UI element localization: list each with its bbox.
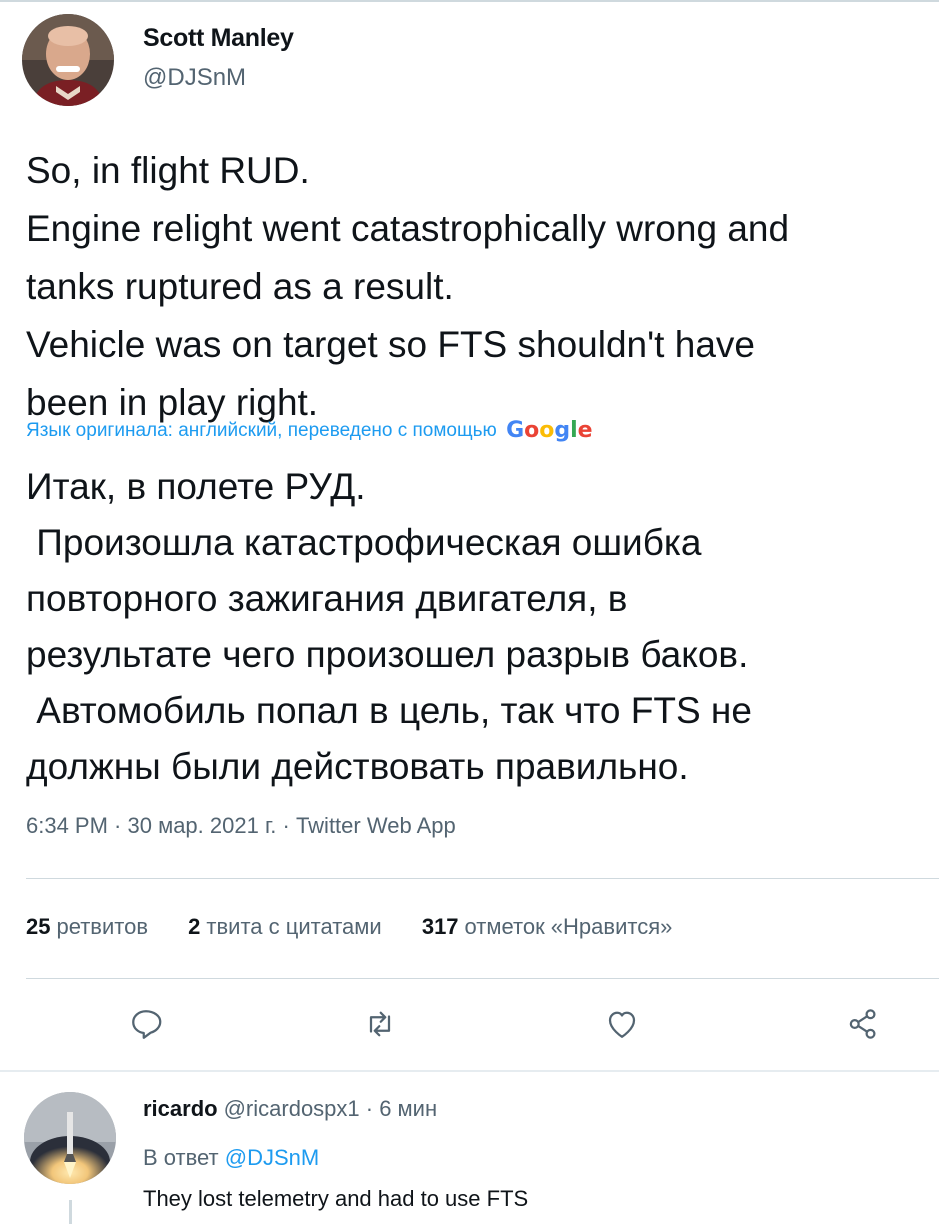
tweet-text: So, in flight RUD. Engine relight went c…	[26, 142, 931, 432]
share-button[interactable]	[841, 1002, 885, 1046]
reply-button[interactable]	[124, 1002, 168, 1046]
translated-text-line: Автомобиль попал в цель, так что FTS не	[26, 690, 752, 731]
avatar-image	[22, 14, 114, 106]
google-logo-o1: o	[524, 418, 540, 443]
action-bar	[0, 1002, 939, 1046]
reply-author-handle[interactable]: @ricardospx1	[224, 1096, 360, 1121]
divider	[26, 878, 939, 879]
quotes-stat[interactable]: 2 твита с цитатами	[188, 914, 382, 940]
translated-text-line: результате чего произошел разрыв баков.	[26, 634, 749, 675]
like-icon	[608, 1011, 636, 1038]
author-avatar[interactable]	[22, 14, 114, 106]
retweets-stat[interactable]: 25 ретвитов	[26, 914, 148, 940]
quotes-count: 2	[188, 914, 201, 939]
google-logo-l: l	[570, 418, 578, 443]
translated-text: Итак, в полете РУД. Произошла катастрофи…	[26, 459, 931, 795]
google-logo-o2: o	[539, 418, 555, 443]
google-logo-e: e	[577, 418, 593, 443]
tweet-text-line: So, in flight RUD.	[26, 150, 310, 191]
reply-to-line: В ответ @DJSnM	[143, 1145, 319, 1171]
translated-text-line: повторного зажигания двигателя, в	[26, 578, 628, 619]
quotes-label: твита с цитатами	[206, 914, 382, 939]
google-logo-g2: g	[554, 418, 571, 443]
tweet-timestamp[interactable]: 6:34 PM · 30 мар. 2021 г. · Twitter Web …	[26, 813, 456, 839]
translation-note-text: Язык оригинала: английский, переведено с…	[26, 420, 497, 441]
tweet-text-line: Engine relight went catastrophically wro…	[26, 208, 790, 249]
retweets-label: ретвитов	[56, 914, 149, 939]
top-divider	[0, 0, 939, 2]
translated-text-line: Произошла катастрофическая ошибка	[26, 522, 702, 563]
author-name[interactable]: Scott Manley	[143, 24, 294, 53]
reply-icon	[132, 1010, 162, 1039]
reply-author-name[interactable]: ricardo	[143, 1096, 218, 1121]
translated-text-line: Итак, в полете РУД.	[26, 466, 366, 507]
likes-stat[interactable]: 317 отметок «Нравится»	[422, 914, 673, 940]
reply-time[interactable]: · 6 мин	[360, 1096, 437, 1121]
reply-header: ricardo @ricardospx1 · 6 мин	[143, 1096, 437, 1122]
share-icon	[849, 1009, 876, 1039]
section-separator	[0, 1070, 939, 1072]
likes-count: 317	[421, 914, 459, 939]
like-button[interactable]	[600, 1002, 644, 1046]
tweet-text-line: tanks ruptured as a result.	[26, 266, 454, 307]
google-logo: Google	[506, 418, 593, 443]
reply-avatar[interactable]	[24, 1092, 116, 1184]
reply-text: They lost telemetry and had to use FTS	[143, 1186, 529, 1211]
likes-label: отметок «Нравится»	[464, 914, 673, 939]
google-logo-g: G	[506, 418, 525, 443]
author-handle[interactable]: @DJSnM	[143, 64, 246, 92]
divider	[26, 978, 939, 979]
reply-to-prefix: В ответ	[143, 1145, 225, 1170]
retweets-count: 25	[26, 914, 51, 939]
tweet-stats: 25 ретвитов 2 твита с цитатами 317 отметок …	[26, 914, 706, 940]
reply-to-mention[interactable]: @DJSnM	[225, 1145, 319, 1170]
translated-text-line: должны были действовать правильно.	[26, 746, 689, 787]
rocket-landing-avatar-image	[24, 1092, 116, 1184]
thread-line	[69, 1200, 72, 1224]
tweet-text-line: Vehicle was on target so FTS shouldn't h…	[26, 324, 755, 365]
retweet-button[interactable]	[358, 1002, 402, 1046]
translation-note[interactable]: Язык оригинала: английский, переведено с…	[26, 418, 593, 443]
retweet-icon	[369, 1011, 391, 1037]
